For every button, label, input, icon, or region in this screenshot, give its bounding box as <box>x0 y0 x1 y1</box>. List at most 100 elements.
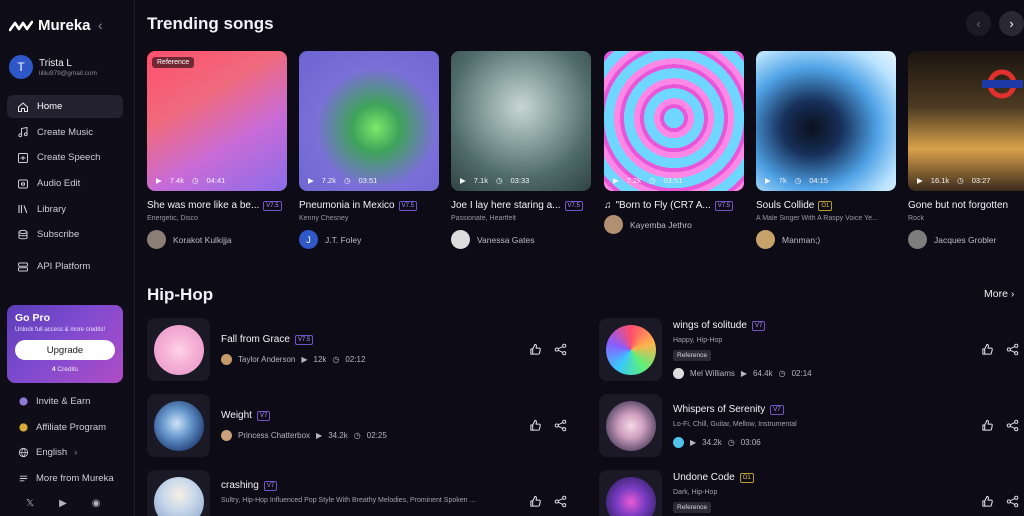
sidebar-item-library[interactable]: Library <box>7 198 123 221</box>
list-item[interactable]: Weight V7 Princess Chatterbox ▶ 34.2k ◷ 02:25 <box>147 394 575 458</box>
upgrade-button[interactable]: Upgrade <box>15 340 115 360</box>
song-meta: Princess Chatterbox ▶ 34.2k ◷ 02:25 <box>221 430 387 441</box>
song-card[interactable]: ▶ 16.1k ◷ 03:27 Gone but not forgotten Rock… <box>908 51 1024 249</box>
artist-row[interactable]: Vanessa Gates <box>451 230 591 249</box>
x-twitter-icon[interactable]: 𝕏 <box>26 498 34 509</box>
affiliate-program-link[interactable]: Affiliate Program <box>7 415 127 441</box>
play-count: 34.2k <box>328 431 348 440</box>
like-icon[interactable] <box>981 343 994 356</box>
list-item[interactable]: Whispers of Serenity V7 Lo-Fi, Chill, Gui… <box>599 394 1024 458</box>
song-title[interactable]: "Born to Fly (CR7 A... <box>616 200 711 211</box>
song-title-row: Undone Code O1 <box>673 472 754 483</box>
song-thumbnail[interactable] <box>599 394 662 457</box>
artist-row[interactable]: Jacques Grobler <box>908 230 1024 249</box>
invite-earn-link[interactable]: Invite & Earn <box>7 389 127 415</box>
discord-icon[interactable]: ◉ <box>92 498 101 509</box>
song-thumbnail[interactable] <box>147 470 210 516</box>
song-title[interactable]: Undone Code <box>673 472 735 483</box>
list-item[interactable]: wings of solitude V7 Happy, Hip-Hop Refer… <box>599 318 1024 382</box>
user-profile[interactable]: T Trista L lilliu979@gmail.com <box>9 55 97 79</box>
clock-icon: ◷ <box>332 355 340 364</box>
song-title[interactable]: She was more like a be... <box>147 200 259 211</box>
carousel-prev-button[interactable]: ‹ <box>966 11 991 36</box>
song-thumbnail[interactable] <box>599 318 662 381</box>
artist-row[interactable]: Kayemba Jethro <box>604 215 744 234</box>
song-stats: ▶ 16.1k ◷ 03:27 <box>917 176 990 185</box>
more-link[interactable]: More › <box>984 288 1014 300</box>
song-card[interactable]: ▶ 7k ◷ 04:15 Souls Collide O1 A Male Singer … <box>756 51 896 249</box>
sidebar-item-create-speech[interactable]: Create Speech <box>7 146 123 169</box>
sidebar-item-audio-edit[interactable]: Audio Edit <box>7 172 123 195</box>
sidebar-item-create-music[interactable]: Create Music <box>7 121 123 144</box>
more-from-mureka-link[interactable]: More from Mureka <box>7 466 127 492</box>
play-icon: ▶ <box>156 176 162 185</box>
clock-icon: ◷ <box>191 176 199 185</box>
list-item[interactable]: crashing V7 Sultry, Hip-Hop Influenced Po… <box>147 470 575 516</box>
like-icon[interactable] <box>529 343 542 356</box>
song-cover[interactable]: ▶ 7k ◷ 04:15 <box>756 51 896 191</box>
list-item[interactable]: Undone Code O1 Dark, Hip-Hop Reference <box>599 470 1024 516</box>
artist-row[interactable]: Korakot Kulkijja <box>147 230 287 249</box>
song-title-row: Souls Collide O1 <box>756 200 896 211</box>
artist-row[interactable]: Manman;) <box>756 230 896 249</box>
song-card[interactable]: Reference ▶ 7.4k ◷ 04:41 She was more like … <box>147 51 287 249</box>
artist-avatar <box>673 368 684 379</box>
collapse-sidebar-icon[interactable]: ‹ <box>98 17 103 33</box>
song-card[interactable]: ▶ 7.2k ◷ 03:51 ♫ "Born to Fly (CR7 A... V7.5 … <box>604 51 744 234</box>
mureka-logo-icon <box>9 20 33 31</box>
song-title[interactable]: Whispers of Serenity <box>673 404 765 415</box>
song-card[interactable]: ▶ 7.2k ◷ 03:51 Pneumonia in Mexico V7.5 Kenn… <box>299 51 439 249</box>
language-selector[interactable]: English › <box>7 440 127 466</box>
youtube-icon[interactable]: ▶ <box>59 498 67 509</box>
song-cover[interactable]: ▶ 7.2k ◷ 03:51 <box>604 51 744 191</box>
more-label: More <box>984 288 1008 300</box>
song-cover[interactable]: ▶ 16.1k ◷ 03:27 <box>908 51 1024 191</box>
clock-icon: ◷ <box>778 369 786 378</box>
artist-name[interactable]: Mel Williams <box>690 369 735 378</box>
main-nav: Home Create Music Create Speech Audio Ed… <box>7 95 123 281</box>
song-cover[interactable]: ▶ 7.2k ◷ 03:51 <box>299 51 439 191</box>
like-icon[interactable] <box>529 419 542 432</box>
share-icon[interactable] <box>1006 495 1019 508</box>
song-title[interactable]: wings of solitude <box>673 320 747 331</box>
artist-row[interactable]: J J.T. Foley <box>299 230 439 249</box>
list-item[interactable]: Fall from Grace V7.5 Taylor Anderson ▶ 12k ◷… <box>147 318 575 382</box>
share-icon[interactable] <box>554 419 567 432</box>
song-thumbnail[interactable] <box>147 318 210 381</box>
version-badge: V7.5 <box>294 334 314 345</box>
song-title-row: Pneumonia in Mexico V7.5 <box>299 200 439 211</box>
like-icon[interactable] <box>529 495 542 508</box>
song-title[interactable]: Souls Collide <box>756 200 814 211</box>
sidebar-item-subscribe[interactable]: Subscribe <box>7 223 123 246</box>
share-icon[interactable] <box>1006 419 1019 432</box>
song-cover[interactable]: Reference ▶ 7.4k ◷ 04:41 <box>147 51 287 191</box>
audio-edit-icon <box>18 179 28 189</box>
like-icon[interactable] <box>981 495 994 508</box>
song-title[interactable]: Joe I lay here staring a... <box>451 200 561 211</box>
song-title-row: Fall from Grace V7.5 <box>221 334 314 345</box>
song-title[interactable]: Fall from Grace <box>221 334 290 345</box>
song-tags: Passionate, Heartfelt <box>451 215 516 222</box>
carousel-next-button[interactable]: › <box>999 11 1024 36</box>
share-icon[interactable] <box>554 343 567 356</box>
version-badge: V7 <box>751 320 766 331</box>
song-thumbnail[interactable] <box>599 470 662 516</box>
song-title[interactable]: Pneumonia in Mexico <box>299 200 395 211</box>
song-cover[interactable]: ▶ 7.1k ◷ 03:33 <box>451 51 591 191</box>
song-title[interactable]: Gone but not forgotten <box>908 200 1008 211</box>
brand[interactable]: Mureka <box>9 17 91 34</box>
song-meta: Taylor Anderson ▶ 12k ◷ 02:12 <box>221 354 365 365</box>
artist-name[interactable]: Princess Chatterbox <box>238 431 310 440</box>
like-icon[interactable] <box>981 419 994 432</box>
sidebar-item-label: API Platform <box>37 261 91 273</box>
song-thumbnail[interactable] <box>147 394 210 457</box>
share-icon[interactable] <box>1006 343 1019 356</box>
avatar: T <box>9 55 33 79</box>
sidebar-item-home[interactable]: Home <box>7 95 123 118</box>
song-title[interactable]: crashing <box>221 480 259 491</box>
artist-name[interactable]: Taylor Anderson <box>238 355 295 364</box>
song-title[interactable]: Weight <box>221 410 252 421</box>
sidebar-item-api-platform[interactable]: API Platform <box>7 255 123 278</box>
share-icon[interactable] <box>554 495 567 508</box>
song-card[interactable]: ▶ 7.1k ◷ 03:33 Joe I lay here staring a... V… <box>451 51 591 249</box>
